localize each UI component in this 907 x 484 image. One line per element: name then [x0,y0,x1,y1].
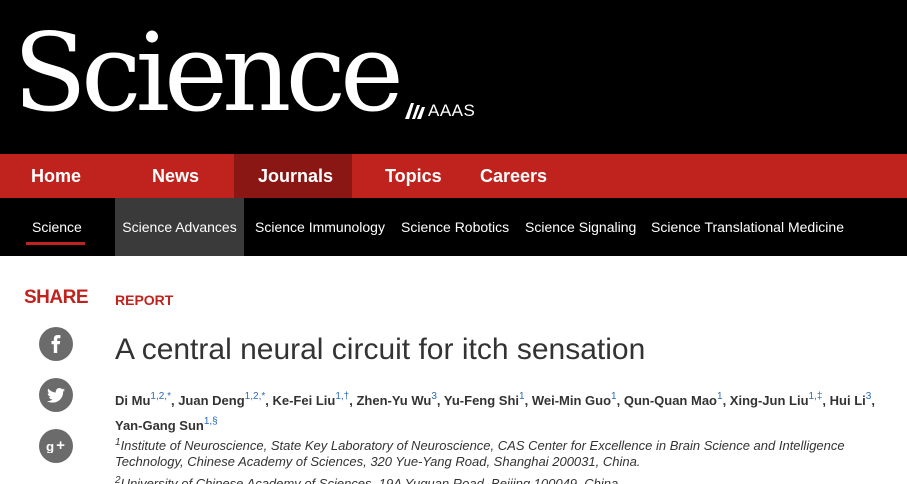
journal-tab-science[interactable]: Science [32,198,82,256]
author-affiliation-ref[interactable]: 1,‡ [809,391,823,402]
author-affiliation-ref[interactable]: 1,† [335,391,349,402]
author-link[interactable]: Yu-Feng Shi [444,393,519,408]
masthead: Science AAAS [0,0,907,154]
aaas-logo[interactable]: AAAS [405,101,475,121]
author-link[interactable]: Juan Deng [178,393,244,408]
author-link[interactable]: Zhen-Yu Wu [356,393,431,408]
journal-tab-science-immunology[interactable]: Science Immunology [255,198,385,256]
aaas-mark-icon [405,103,425,119]
facebook-icon [51,335,61,353]
author-link[interactable]: Ke-Fei Liu [272,393,335,408]
twitter-icon [47,387,65,403]
svg-text:g: g [46,439,54,453]
author-link[interactable]: Hui Li [830,393,866,408]
author-list: Di Mu1,2,*, Juan Deng1,2,*, Ke-Fei Liu1,… [115,391,875,433]
author-affiliation-ref[interactable]: 1,2,* [245,391,266,402]
journal-tab-science-robotics[interactable]: Science Robotics [401,198,509,256]
aaas-text: AAAS [428,101,476,120]
twitter-share-button[interactable] [39,378,73,412]
author-link[interactable]: Yan-Gang Sun [115,418,204,433]
nav-careers[interactable]: Careers [465,154,585,198]
journal-tab-science-translational-medicine[interactable]: Science Translational Medicine [651,198,844,256]
science-logo[interactable]: Science [13,4,404,144]
journal-tab-science-signaling[interactable]: Science Signaling [525,198,636,256]
facebook-share-button[interactable] [39,327,73,361]
article-title: A central neural circuit for itch sensat… [115,333,646,366]
affiliation-text: Institute of Neuroscience, State Key Lab… [115,438,845,469]
google-plus-icon: g [46,439,65,453]
author-link[interactable]: Qun-Quan Mao [624,393,717,408]
nav-topics[interactable]: Topics [352,154,465,198]
google-plus-share-button[interactable]: g [39,429,73,463]
affiliation-text: University of Chinese Academy of Science… [120,476,622,484]
primary-nav: Home News Journals Topics Careers [0,154,907,198]
journal-tab-science-advances[interactable]: Science Advances [115,198,244,256]
share-label: SHARE [24,287,89,308]
affiliation-2: 2University of Chinese Academy of Scienc… [115,473,875,484]
active-tab-indicator [26,242,85,245]
nav-home[interactable]: Home [0,154,117,198]
author-affiliation-ref[interactable]: 1,§ [204,416,218,427]
author-link[interactable]: Wei-Min Guo [532,393,611,408]
nav-news[interactable]: News [117,154,234,198]
article-type-label: REPORT [115,292,174,308]
nav-journals[interactable]: Journals [234,154,352,198]
journal-nav: Science Science Advances Science Immunol… [0,198,907,256]
affiliation-1: 1Institute of Neuroscience, State Key La… [115,435,875,470]
author-link[interactable]: Di Mu [115,393,150,408]
author-affiliation-ref[interactable]: 1,2,* [150,391,171,402]
author-link[interactable]: Xing-Jun Liu [730,393,809,408]
